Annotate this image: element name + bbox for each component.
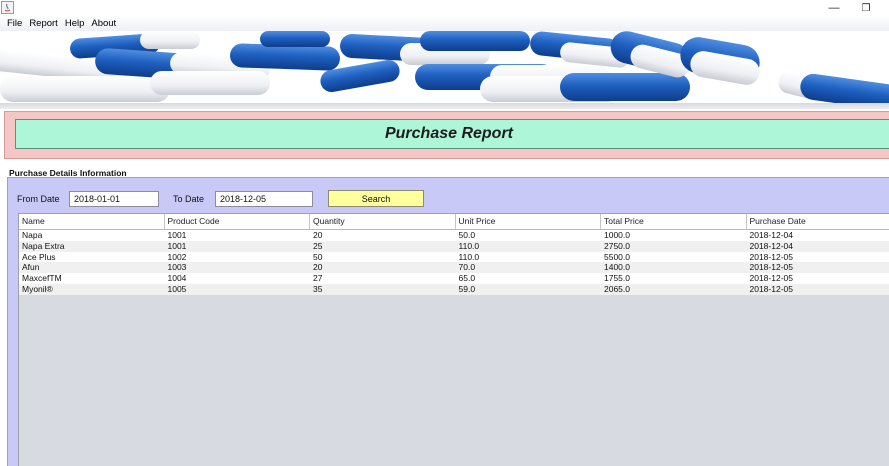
table-cell: 1003 [167,262,187,273]
table-body: Napa 1001 20 50.0 1000.0 2018-12-04 Napa Extra… [19,230,889,295]
menu-about[interactable]: About [87,16,119,31]
menu-file[interactable]: File [0,16,25,31]
table-cell: 1000.0 [604,230,630,240]
table-cell: 2018-12-04 [749,240,793,251]
restore-button[interactable]: ❐ [852,0,880,16]
minimize-button[interactable]: — [820,0,848,16]
table-cell: 2018-12-05 [749,262,793,273]
table-cell: Ace Plus [22,251,56,262]
table-cell: Myonil® [22,283,53,294]
from-date-input[interactable]: 2018-01-01 [69,191,159,207]
table-cell: 50.0 [458,230,476,240]
column-header-quantity[interactable]: Quantity [310,214,456,229]
table-cell: 2065.0 [604,283,630,294]
title-panel: Purchase Report [4,111,889,159]
column-header-total-price[interactable]: Total Price [601,214,747,229]
title-bar: — ❐ [0,0,889,16]
table-cell: 70.0 [458,262,476,273]
table-cell: 2018-12-05 [749,251,793,262]
table-cell: 2018-12-05 [749,283,793,294]
table-cell: 1001 [167,230,187,240]
table-cell: 65.0 [458,273,476,284]
table-cell: 1004 [167,273,187,284]
table-cell: 27 [313,273,323,284]
table-cell: Napa [22,230,43,240]
column-header-product-code[interactable]: Product Code [165,214,310,229]
table-cell: 5500.0 [604,251,630,262]
table-cell: 59.0 [458,283,476,294]
search-button[interactable]: Search [328,190,424,207]
table-row[interactable]: Napa Extra 1001 25 110.0 2750.0 2018-12-04 [19,240,889,252]
table-row[interactable]: Afun 1003 20 70.0 1400.0 2018-12-05 [19,262,889,274]
table-cell: 110.0 [458,251,480,262]
menu-help[interactable]: Help [61,16,88,31]
table-cell: 1002 [167,251,187,262]
purchase-table: Name Product Code Quantity Unit Price To… [18,213,889,466]
table-cell: MaxcefTM [22,273,62,284]
column-header-purchase-date[interactable]: Purchase Date [747,214,889,229]
table-cell: 1400.0 [604,262,630,273]
table-cell: 110.0 [458,240,480,251]
table-row[interactable]: Ace Plus 1002 50 110.0 5500.0 2018-12-05 [19,251,889,263]
table-cell: 20 [313,262,323,273]
banner-divider [0,103,889,109]
table-cell: 2018-12-04 [749,230,793,240]
table-cell: Afun [22,262,40,273]
table-cell: 35 [313,283,323,294]
table-cell: 1005 [167,283,187,294]
column-header-unit-price[interactable]: Unit Price [456,214,601,229]
table-cell: 1755.0 [604,273,630,284]
purchase-report-window: — ❐ File Report Help About Purchase Repo… [0,0,889,466]
menu-bar: File Report Help About [0,16,889,31]
java-app-icon [1,1,14,14]
table-cell: 25 [313,240,323,251]
table-cell: 2018-12-05 [749,273,793,284]
column-header-name[interactable]: Name [19,214,165,229]
table-header: Name Product Code Quantity Unit Price To… [19,214,889,230]
title-box: Purchase Report [15,119,889,149]
pills-banner-image [0,31,889,105]
page-title: Purchase Report [384,125,514,142]
menu-report[interactable]: Report [25,16,61,31]
table-row[interactable]: Napa 1001 20 50.0 1000.0 2018-12-04 [19,230,889,241]
table-row[interactable]: Myonil® 1005 35 59.0 2065.0 2018-12-05 [19,283,889,295]
from-date-label: From Date [17,194,60,204]
table-cell: 50 [313,251,323,262]
to-date-input[interactable]: 2018-12-05 [215,191,313,207]
table-cell: 1001 [167,240,187,251]
table-row[interactable]: MaxcefTM 1004 27 65.0 1755.0 2018-12-05 [19,273,889,284]
table-cell: Napa Extra [22,240,65,251]
to-date-label: To Date [173,194,205,204]
table-cell: 20 [313,230,323,240]
capsules-illustration [0,31,889,105]
table-cell: 2750.0 [604,240,630,251]
